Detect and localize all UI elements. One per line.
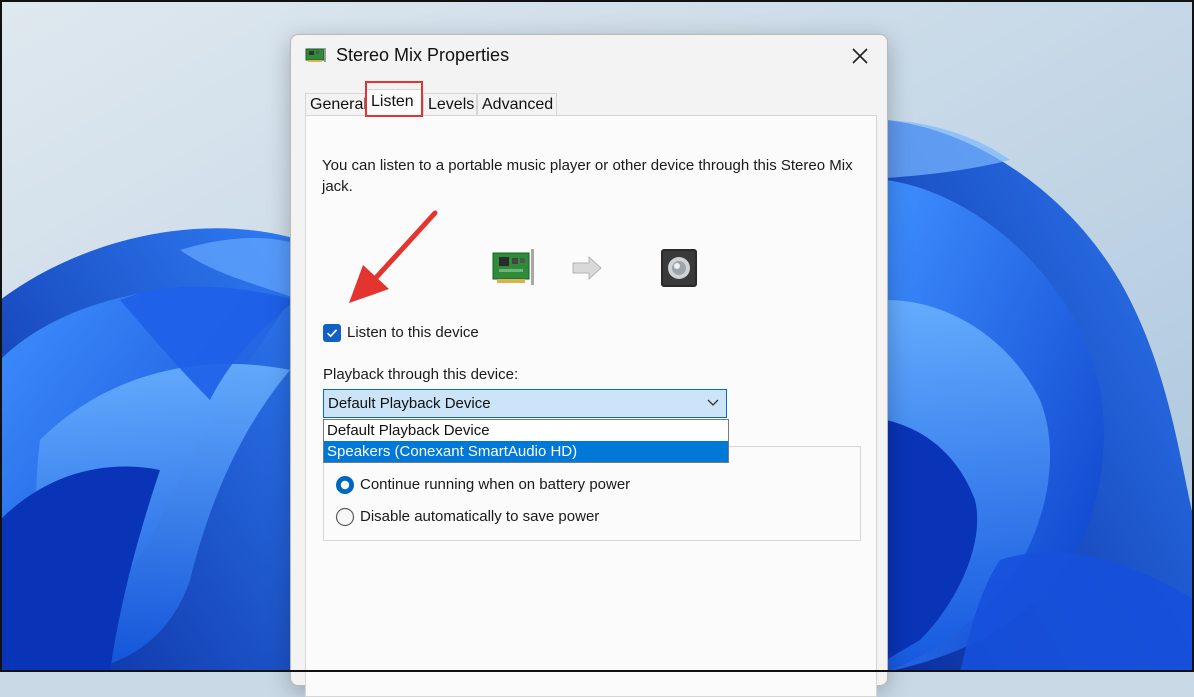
chevron-down-icon — [707, 399, 719, 406]
listen-tab-highlight-annotation — [365, 81, 423, 117]
stereo-mix-properties-dialog: Stereo Mix Properties General Listen Lev… — [290, 34, 888, 697]
playback-device-combobox[interactable]: Default Playback Device — [323, 389, 727, 418]
listen-description: You can listen to a portable music playe… — [322, 157, 853, 195]
checkmark-icon — [326, 329, 338, 338]
screen: Stereo Mix Properties General Listen Lev… — [0, 0, 1194, 697]
listen-checkbox[interactable] — [323, 324, 341, 342]
arrow-right-icon — [572, 255, 602, 281]
playback-selected-value: Default Playback Device — [328, 395, 491, 412]
close-icon — [852, 48, 868, 64]
tab-levels[interactable]: Levels — [423, 93, 477, 115]
dropdown-option-speakers[interactable]: Speakers (Conexant SmartAudio HD) — [324, 441, 728, 462]
red-arrow-annotation — [349, 210, 438, 303]
listen-checkbox-label[interactable]: Listen to this device — [347, 324, 479, 341]
speaker-icon — [661, 249, 697, 287]
sound-card-icon — [492, 249, 534, 285]
radio-continue-running-label[interactable]: Continue running when on battery power — [360, 476, 630, 493]
tab-general[interactable]: General — [305, 93, 367, 115]
title-bar[interactable]: Stereo Mix Properties — [291, 35, 887, 77]
radio-disable-automatically[interactable] — [335, 507, 355, 527]
playback-device-dropdown-list: Default Playback Device Speakers (Conexa… — [323, 419, 729, 463]
sound-card-icon — [305, 48, 326, 62]
tab-advanced[interactable]: Advanced — [477, 93, 557, 115]
window-title: Stereo Mix Properties — [336, 45, 510, 65]
close-button[interactable] — [845, 41, 875, 71]
radio-disable-automatically-label[interactable]: Disable automatically to save power — [360, 508, 599, 525]
device-diagram — [492, 249, 697, 287]
radio-continue-running[interactable] — [335, 475, 355, 495]
playback-label: Playback through this device: — [323, 366, 519, 383]
dropdown-option-default-playback[interactable]: Default Playback Device — [324, 420, 728, 441]
